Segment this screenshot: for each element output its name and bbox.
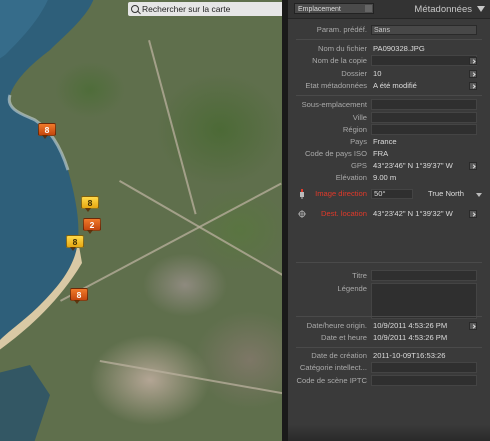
north-reference-select[interactable]: True North: [428, 188, 464, 200]
dest-location-value[interactable]: 43°23'42" N 1°39'32" W: [373, 208, 453, 220]
iso-code-value[interactable]: FRA: [373, 148, 388, 160]
road: [148, 40, 197, 215]
preset-row: Param. prédéf. Sans: [288, 24, 490, 36]
date-time-row: Date et heure 10/9/2011 4:53:26 PM: [320, 332, 448, 344]
photo-marker[interactable]: 8: [81, 196, 99, 212]
country-value[interactable]: France: [373, 136, 397, 148]
panel-header: Emplacement Métadonnées: [288, 0, 490, 19]
intellectual-genre-row: Catégorie intellect...: [288, 362, 490, 374]
divider: [296, 347, 482, 348]
go-arrow-icon[interactable]: [469, 322, 477, 330]
panel-bottom: [288, 425, 490, 441]
status-icon[interactable]: [469, 82, 477, 90]
intellectual-genre-field[interactable]: [371, 362, 477, 373]
sublocation-field[interactable]: [371, 99, 477, 110]
folder-row: Dossier 10: [288, 68, 490, 80]
date-original-value[interactable]: 10/9/2011 4:53:26 PM: [373, 320, 447, 332]
region-field[interactable]: [371, 124, 477, 135]
elevation-row: Elévation 9.00 m: [335, 172, 397, 184]
dropdown-arrow-icon: [365, 5, 372, 12]
photo-marker-selected[interactable]: 2: [83, 218, 101, 234]
image-direction-field[interactable]: 50°: [371, 189, 413, 199]
go-arrow-icon[interactable]: [469, 210, 477, 218]
metadata-status-value: A été modifié: [373, 81, 417, 90]
scene-code-field[interactable]: [371, 375, 477, 386]
region-row: Région: [288, 124, 490, 136]
map-view[interactable]: Rechercher sur la carte 8 8 2 8 8: [0, 0, 282, 441]
divider: [296, 262, 482, 263]
folder-value: 10: [373, 69, 382, 78]
title-row: Titre: [288, 270, 490, 282]
metadata-status-row: Etat métadonnées A été modifié: [288, 80, 490, 92]
gps-value[interactable]: 43°23'46" N 1°39'37" W: [373, 160, 453, 172]
photo-marker[interactable]: 8: [66, 235, 84, 251]
metadata-set-dropdown[interactable]: Emplacement: [294, 3, 374, 14]
iso-code-row: Code de pays ISO FRA: [304, 148, 389, 160]
copy-name-row: Nom de la copie: [288, 55, 490, 67]
panel-title: Métadonnées: [414, 4, 472, 15]
go-arrow-icon[interactable]: [469, 162, 477, 170]
metadata-panel: Emplacement Métadonnées Param. prédéf. S…: [288, 0, 490, 441]
image-direction-row: Image direction 50° True North: [288, 188, 490, 200]
divider: [296, 95, 482, 96]
creation-date-value[interactable]: 2011-10-09T16:53:26: [373, 350, 445, 362]
city-row: Ville: [288, 112, 490, 124]
date-time-value[interactable]: 10/9/2011 4:53:26 PM: [373, 332, 447, 344]
copy-name-field[interactable]: [371, 55, 477, 66]
title-field[interactable]: [371, 270, 477, 281]
gps-row: GPS 43°23'46" N 1°39'37" W: [288, 160, 490, 172]
filename-value[interactable]: PA090328.JPG: [373, 43, 425, 55]
photo-marker[interactable]: 8: [70, 288, 88, 304]
dest-location-row: Dest. location 43°23'42" N 1°39'32" W: [288, 208, 490, 220]
country-row: Pays France: [350, 136, 397, 148]
collapse-triangle-icon[interactable]: [477, 6, 485, 12]
go-to-folder-icon[interactable]: [469, 70, 477, 78]
divider: [296, 316, 482, 317]
preset-select[interactable]: Sans: [371, 25, 477, 35]
city-field[interactable]: [371, 112, 477, 123]
chevron-down-icon: [476, 193, 482, 197]
caption-row: Légende: [288, 283, 490, 319]
creation-date-row: Date de création 2011-10-09T16:53:26: [311, 350, 446, 362]
divider: [296, 39, 482, 40]
go-arrow-icon[interactable]: [469, 57, 477, 65]
filename-row: Nom du fichier PA090328.JPG: [318, 43, 425, 55]
elevation-value[interactable]: 9.00 m: [373, 172, 396, 184]
search-icon: [131, 5, 139, 13]
date-original-row: Date/heure origin. 10/9/2011 4:53:26 PM: [288, 320, 490, 332]
sublocation-row: Sous-emplacement: [288, 99, 490, 111]
map-search-label: Rechercher sur la carte: [142, 4, 231, 14]
sea-area: [0, 0, 94, 441]
scene-code-row: Code de scène IPTC: [288, 375, 490, 387]
photo-marker[interactable]: 8: [38, 123, 56, 139]
map-search-field[interactable]: Rechercher sur la carte: [128, 2, 282, 16]
caption-field[interactable]: [371, 283, 477, 319]
